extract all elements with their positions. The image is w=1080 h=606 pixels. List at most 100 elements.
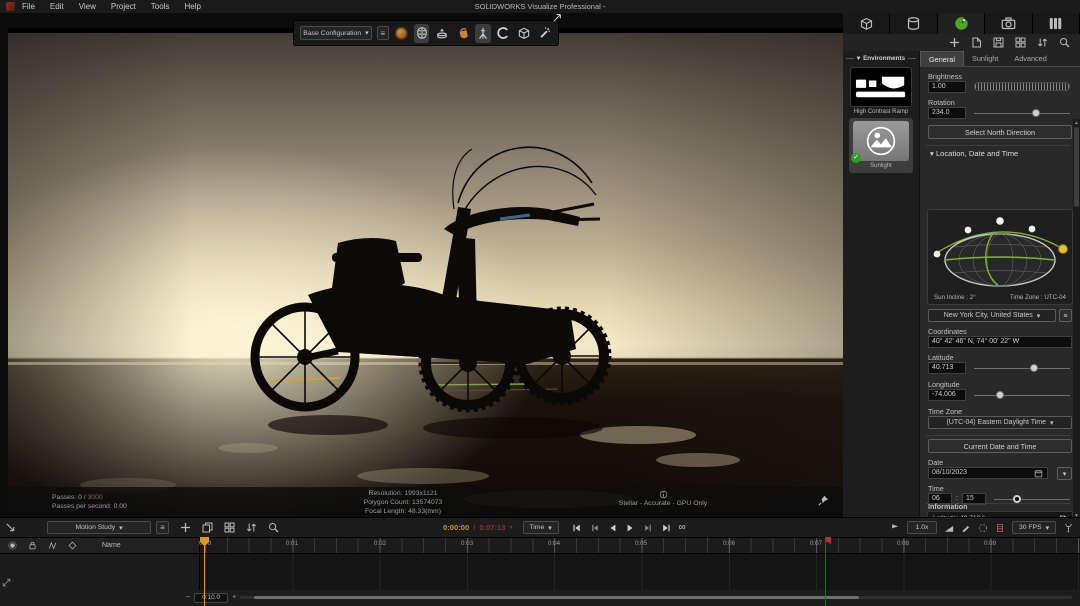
timeline-ruler[interactable]: 0:00 0:01 0:02 0:03 0:04 0:05 0:06 0:07 … xyxy=(200,538,1080,553)
grid-view-icon[interactable] xyxy=(1015,37,1026,48)
longitude-input[interactable]: -74.006 xyxy=(928,389,966,401)
step-forward-button[interactable] xyxy=(643,523,654,533)
configuration-menu-button[interactable]: ≡ xyxy=(377,26,389,40)
turntable-button[interactable] xyxy=(496,24,511,43)
menu-tools[interactable]: Tools xyxy=(151,2,170,11)
fps-dropdown[interactable]: 30 FPS ▾ xyxy=(1012,521,1056,534)
city-dropdown[interactable]: New York City, United States ▾ xyxy=(928,309,1056,322)
tab-appearances[interactable] xyxy=(890,13,937,34)
brightness-input[interactable]: 1.00 xyxy=(928,81,966,93)
ramp-icon[interactable] xyxy=(944,523,954,533)
sort-icon[interactable] xyxy=(246,522,257,533)
skip-end-button[interactable] xyxy=(661,523,672,533)
slider-handle[interactable] xyxy=(1032,109,1040,117)
detach-arrow-icon[interactable] xyxy=(552,13,562,23)
environment-item-sunlight[interactable]: ✓ Sunlight xyxy=(849,118,913,173)
motion-study-menu-button[interactable]: ≡ xyxy=(156,521,169,534)
panel-scrollbar[interactable]: ▲ ▼ xyxy=(1073,119,1080,520)
slider-handle[interactable] xyxy=(1030,364,1038,372)
current-date-time-button[interactable]: Current Date and Time xyxy=(928,439,1072,453)
date-dropdown-button[interactable]: ▾ xyxy=(1057,467,1072,480)
speed-dropdown[interactable]: 1.0x xyxy=(907,521,937,534)
pin-icon[interactable] xyxy=(818,495,829,506)
motion-study-dropdown[interactable]: Motion Study ▾ xyxy=(47,521,151,534)
loop-button[interactable]: ∞ xyxy=(679,523,686,533)
tab-sunlight[interactable]: Sunlight xyxy=(964,51,1006,66)
zoom-in-icon[interactable]: + xyxy=(232,594,236,601)
chevron-down-icon[interactable]: ▾ xyxy=(510,524,513,531)
alerts-icon[interactable] xyxy=(1063,522,1074,533)
record-icon[interactable] xyxy=(8,541,17,550)
time-mode-dropdown[interactable]: Time ▾ xyxy=(523,521,559,534)
environment-item-high-contrast-ramp[interactable]: High Contrast Ramp xyxy=(849,67,913,116)
new-file-icon[interactable] xyxy=(971,37,982,48)
duplicate-icon[interactable] xyxy=(202,522,213,533)
appearance-bucket-button[interactable] xyxy=(455,24,470,43)
slider-handle[interactable] xyxy=(996,391,1004,399)
rotation-input[interactable]: 234.0 xyxy=(928,107,966,119)
scrollbar-thumb[interactable] xyxy=(254,596,859,599)
scrollbar-thumb[interactable] xyxy=(1074,127,1079,207)
select-north-direction-button[interactable]: Select North Direction xyxy=(928,125,1072,139)
longitude-slider[interactable] xyxy=(974,389,1070,401)
select-arrow-icon[interactable] xyxy=(5,522,16,533)
model-cube-button[interactable] xyxy=(516,24,531,43)
menu-project[interactable]: Project xyxy=(111,2,136,11)
add-icon[interactable] xyxy=(180,522,191,533)
add-icon[interactable] xyxy=(949,37,960,48)
keyframe-icon[interactable] xyxy=(68,541,77,550)
tab-cameras[interactable] xyxy=(985,13,1032,34)
curves-icon[interactable] xyxy=(48,541,57,550)
sun-position-widget[interactable]: Sun Incline : 2° Time Zone : UTC-04 xyxy=(927,209,1073,305)
tab-environments[interactable] xyxy=(938,13,985,34)
search-icon[interactable] xyxy=(268,522,279,533)
render-queue-icon[interactable] xyxy=(995,523,1005,533)
menu-edit[interactable]: Edit xyxy=(50,2,64,11)
environments-header[interactable]: ▾ Environments xyxy=(843,51,919,65)
playhead-line[interactable] xyxy=(204,537,205,606)
tab-models[interactable] xyxy=(843,13,890,34)
timeline-zoom-value[interactable]: 0:10.0 xyxy=(194,593,228,603)
render-mode-button[interactable] xyxy=(394,24,409,43)
3d-print-button[interactable] xyxy=(434,24,449,43)
sort-icon[interactable] xyxy=(1037,37,1048,48)
tab-advanced[interactable]: Advanced xyxy=(1006,51,1054,66)
flag-icon[interactable] xyxy=(890,523,900,533)
city-menu-button[interactable]: ≡ xyxy=(1059,309,1072,322)
render-viewport[interactable]: Passes: 0 / 3000 Passes per second: 0.00… xyxy=(8,28,843,517)
menu-help[interactable]: Help xyxy=(184,2,200,11)
menu-view[interactable]: View xyxy=(79,2,96,11)
play-reverse-button[interactable] xyxy=(607,523,618,533)
brightness-slider[interactable] xyxy=(974,82,1070,91)
chevron-down-icon: ▾ xyxy=(1037,312,1041,320)
timeline-tracks[interactable] xyxy=(0,554,1080,590)
date-input[interactable]: 08/10/2023 xyxy=(928,467,1048,479)
save-icon[interactable] xyxy=(993,37,1004,48)
spray-tool-button[interactable] xyxy=(537,24,552,43)
slider-handle[interactable] xyxy=(1013,495,1021,503)
zoom-out-icon[interactable]: − xyxy=(186,594,190,601)
timeline-scrollbar[interactable] xyxy=(240,596,1072,599)
tab-general[interactable]: General xyxy=(920,51,964,66)
skip-start-button[interactable] xyxy=(571,523,582,533)
location-section-header[interactable]: ▾ Location, Date and Time xyxy=(930,149,1018,158)
resize-handle-icon[interactable] xyxy=(2,578,11,587)
latitude-input[interactable]: 40.713 xyxy=(928,362,966,374)
latitude-slider[interactable] xyxy=(974,362,1070,374)
grid-view-icon[interactable] xyxy=(224,522,235,533)
menu-file[interactable]: File xyxy=(22,2,35,11)
coordinate-axes-button[interactable] xyxy=(475,24,490,43)
pen-icon[interactable] xyxy=(961,523,971,533)
step-back-button[interactable] xyxy=(589,523,600,533)
calendar-icon[interactable] xyxy=(1034,469,1043,478)
timezone-dropdown[interactable]: (UTC-04) Eastern Daylight Time ▾ xyxy=(928,416,1072,429)
scroll-up-icon[interactable]: ▲ xyxy=(1073,120,1080,126)
search-icon[interactable] xyxy=(1059,37,1070,48)
play-button[interactable] xyxy=(625,523,636,533)
tab-scenes[interactable] xyxy=(1033,13,1080,34)
ghost-frame-icon[interactable] xyxy=(978,523,988,533)
rotation-slider[interactable] xyxy=(974,107,1070,119)
configuration-dropdown[interactable]: Base Configuration ▾ xyxy=(300,26,372,40)
ai-denoiser-button[interactable] xyxy=(414,24,429,43)
lock-icon[interactable] xyxy=(28,541,37,550)
